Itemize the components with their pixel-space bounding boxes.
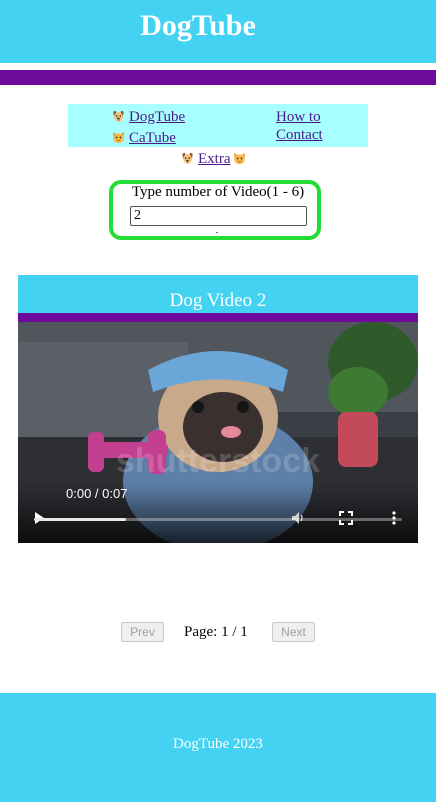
site-header: DogTube [0,0,436,63]
nav-label-extra: Extra [198,151,231,167]
dog-face-icon [113,110,124,122]
video-progress-fill [34,518,126,521]
header-divider [0,70,436,85]
video-number-label: Type number of Video(1 - 6) [131,184,305,200]
page-indicator: Page: 1 / 1 [184,624,248,641]
total-pages: 1 [240,624,248,640]
cat-face-icon [113,131,124,144]
video-progress-bar[interactable] [34,518,402,521]
nav-label-howto: How to [276,109,321,125]
nav-link-contact[interactable]: Contact [276,126,323,144]
nav-label-dogtube: DogTube [129,109,186,125]
next-button[interactable]: Next [272,622,315,642]
nav-label-contact: Contact [276,127,323,143]
nav-link-catube[interactable]: CaTube [111,129,176,147]
footer-text: DogTube 2023 [173,736,263,752]
svg-text:shutterstock: shutterstock [116,442,320,480]
video-player[interactable]: shutterstock 0:00 / 0:07 [18,322,418,543]
current-page: 1 [221,624,229,640]
site-title: DogTube [140,9,256,42]
page-label: Page: [184,624,218,640]
nav-link-extra[interactable]: Extra [180,150,247,168]
video-time: 0:00 / 0:07 [66,486,128,501]
nav-link-dogtube[interactable]: DogTube [111,108,185,126]
nav-label-catube: CaTube [129,130,176,146]
page-separator: / [232,624,237,640]
video-title-bar: Dog Video 2 [18,275,418,313]
video-card: Dog Video 2 shutterstock 0:00 / 0:07 [18,275,418,543]
prev-button[interactable]: Prev [121,622,164,642]
video-title: Dog Video 2 [169,290,267,311]
video-title-divider [18,313,418,322]
video-number-input[interactable]: 2 [130,206,307,226]
site-footer: DogTube 2023 [0,693,436,802]
input-hint-dot [216,232,218,233]
cat-face-icon [234,152,246,165]
dog-face-icon [182,152,193,164]
nav-link-howto[interactable]: How to [276,108,321,126]
